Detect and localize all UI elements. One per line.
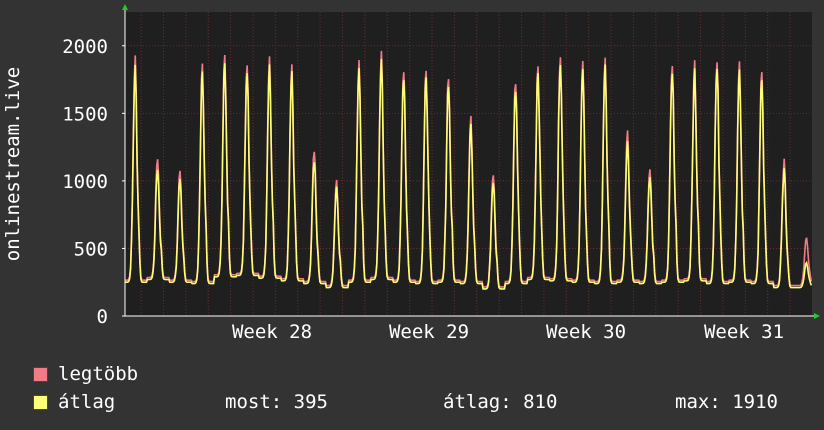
legend-most: most: 395 bbox=[225, 391, 328, 413]
y-tick-label: 1500 bbox=[62, 103, 108, 125]
y-tick-label: 2000 bbox=[62, 36, 108, 58]
y-tick-label: 1000 bbox=[62, 171, 108, 193]
y-tick-label: 0 bbox=[97, 306, 108, 328]
legend-swatch-max bbox=[33, 367, 48, 382]
legend-label-avg: átlag bbox=[58, 391, 116, 413]
x-tick-label: Week 28 bbox=[232, 321, 312, 343]
y-tick-labels: 0 500 1000 1500 2000 bbox=[62, 36, 125, 328]
y-tick-label: 500 bbox=[74, 238, 108, 260]
legend-swatch-avg bbox=[33, 395, 48, 410]
y-axis-label: onlinestream.live bbox=[2, 67, 24, 261]
x-tick-label: Week 29 bbox=[389, 321, 469, 343]
x-tick-labels: Week 28 Week 29 Week 30 Week 31 bbox=[232, 321, 784, 343]
legend-avg: átlag: 810 bbox=[443, 391, 558, 413]
legend-label-max: legtöbb bbox=[58, 363, 139, 385]
legend-max: max: 1910 bbox=[675, 391, 778, 413]
chart: 0500100015002000 Week 28 Week 29 Week 30 We… bbox=[2, 4, 820, 343]
y-axis-arrow-icon bbox=[122, 4, 128, 10]
x-axis-arrow-icon bbox=[814, 313, 820, 319]
x-tick-label: Week 30 bbox=[546, 321, 626, 343]
x-tick-label: Week 31 bbox=[704, 321, 784, 343]
